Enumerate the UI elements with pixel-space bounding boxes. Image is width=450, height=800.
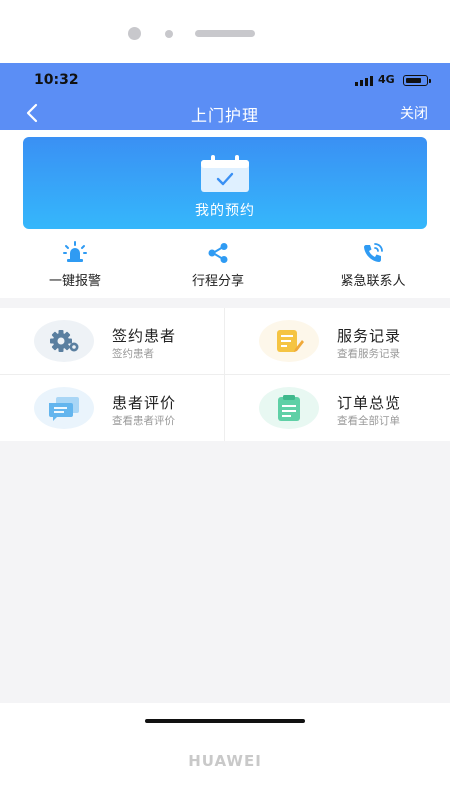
- front-camera: [128, 27, 141, 40]
- menu-title: 签约患者: [112, 327, 177, 345]
- menu-item-signed-patients[interactable]: 签约患者 签约患者: [0, 308, 225, 374]
- calendar-check-icon: [200, 155, 250, 193]
- status-time: 10:32: [34, 72, 79, 88]
- my-appointment-banner[interactable]: 我的预约: [23, 137, 427, 229]
- quick-action-share-trip[interactable]: 行程分享: [143, 239, 293, 297]
- app-screen: 10:32 4G 上门护理 关闭 我的预约 一键报警 行程分享 紧急联系人 签约…: [0, 63, 450, 703]
- signal-icon: [355, 76, 373, 86]
- clipboard-icon: [271, 394, 307, 422]
- page-title: 上门护理: [190, 106, 259, 125]
- icon-circle: [259, 320, 319, 362]
- menu-title: 服务记录: [337, 327, 402, 345]
- quick-action-label: 一键报警: [48, 274, 101, 289]
- menu-title: 订单总览: [337, 394, 402, 412]
- banner-label: 我的预约: [195, 203, 255, 219]
- edit-note-icon: [271, 327, 307, 355]
- share-icon: [206, 241, 230, 265]
- quick-actions: 一键报警 行程分享 紧急联系人: [0, 239, 450, 297]
- phone-call-icon: [361, 241, 385, 265]
- icon-circle: [259, 387, 319, 429]
- quick-action-alarm[interactable]: 一键报警: [0, 239, 150, 297]
- device-top-bezel: [0, 0, 450, 63]
- sensor: [165, 30, 173, 38]
- menu-subtitle: 查看服务记录: [337, 348, 400, 360]
- status-bar: 10:32 4G: [0, 63, 450, 97]
- quick-action-label: 行程分享: [191, 274, 244, 289]
- alarm-siren-icon: [63, 241, 87, 265]
- nav-bar: 上门护理 关闭: [0, 97, 450, 130]
- icon-circle: [34, 387, 94, 429]
- menu-item-patient-reviews[interactable]: 患者评价 查看患者评价: [0, 375, 225, 441]
- device-brand-logo: HUAWEI: [188, 752, 262, 770]
- icon-circle: [34, 320, 94, 362]
- menu-item-order-overview[interactable]: 订单总览 查看全部订单: [225, 375, 450, 441]
- comments-icon: [46, 394, 82, 422]
- network-type: 4G: [378, 73, 395, 86]
- close-button[interactable]: 关闭: [400, 103, 428, 123]
- quick-action-label: 紧急联系人: [340, 274, 406, 289]
- device-bottom-bezel: HUAWEI: [0, 703, 450, 800]
- menu-grid: 签约患者 签约患者 服务记录 查看服务记录 患者评价 查看患者评价 订单总览 查…: [0, 308, 450, 441]
- menu-subtitle: 查看全部订单: [337, 415, 400, 427]
- home-indicator[interactable]: [145, 719, 305, 723]
- menu-subtitle: 查看患者评价: [112, 415, 175, 427]
- menu-subtitle: 签约患者: [112, 348, 154, 360]
- quick-action-emergency-contact[interactable]: 紧急联系人: [298, 239, 448, 297]
- battery-icon: [403, 75, 431, 86]
- gear-icon: [46, 327, 82, 355]
- menu-item-service-records[interactable]: 服务记录 查看服务记录: [225, 308, 450, 374]
- app-header: 10:32 4G 上门护理 关闭: [0, 63, 450, 130]
- menu-title: 患者评价: [112, 394, 177, 412]
- earpiece-speaker: [195, 30, 255, 37]
